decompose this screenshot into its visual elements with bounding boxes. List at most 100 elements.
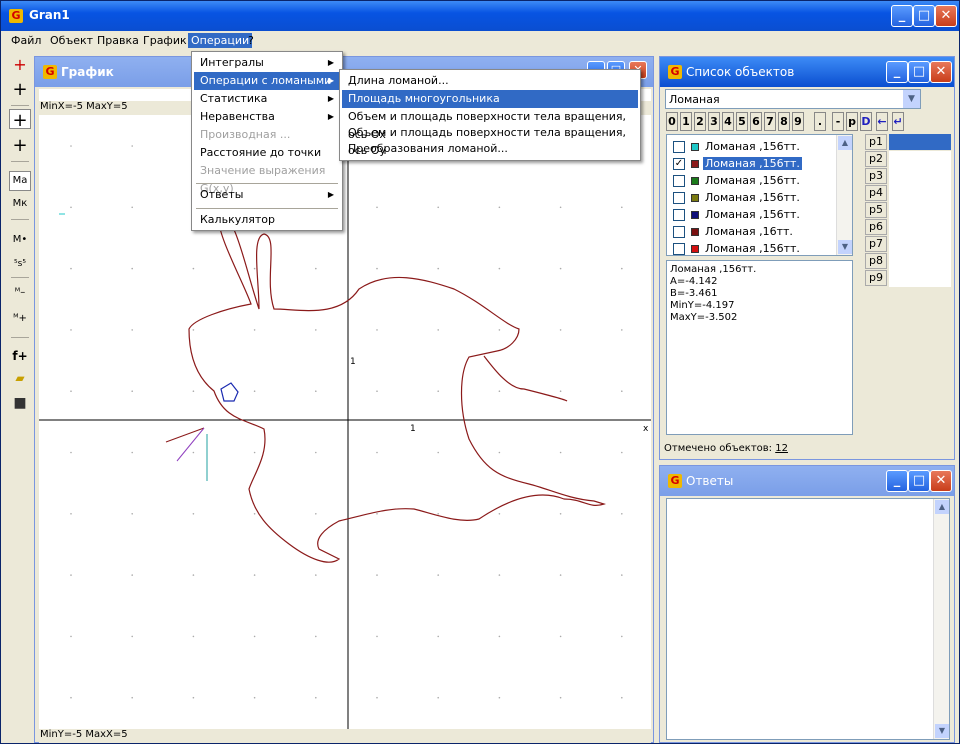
p-button[interactable]: p [846, 112, 858, 131]
param-button[interactable]: p3 [865, 168, 887, 184]
menu-object[interactable]: Объект [50, 34, 93, 47]
open-folder-icon[interactable]: ▰ [9, 371, 31, 391]
menu-help[interactable]: ? [248, 34, 254, 47]
list-item[interactable]: Ломаная ,156тт. [667, 241, 837, 257]
polyline-submenu: Длина ломаной... Площадь многоугольника … [339, 69, 641, 161]
object-checkbox[interactable] [673, 192, 685, 204]
list-item[interactable]: Ломаная ,156тт. [667, 207, 837, 223]
function-add-button[interactable]: f+ [9, 349, 31, 369]
param-button[interactable]: p7 [865, 236, 887, 252]
param-button[interactable]: p5 [865, 202, 887, 218]
param-button[interactable]: p2 [865, 151, 887, 167]
answers-scrollbar[interactable]: ▲ ▼ [933, 499, 949, 739]
maximize-button[interactable]: □ [913, 5, 935, 27]
m-plus-button[interactable]: ᴹ+ [9, 313, 31, 333]
decimal-point-button[interactable]: . [814, 112, 826, 131]
objects-close-button[interactable]: ✕ [930, 61, 952, 83]
digit-button[interactable]: 6 [750, 112, 762, 131]
digit-button[interactable]: 1 [680, 112, 692, 131]
grid-dot [437, 513, 440, 515]
point-tool-button[interactable]: + [9, 109, 31, 131]
list-item[interactable]: Ломаная ,156тт. [667, 139, 837, 155]
backspace-arrow-icon[interactable]: ← [876, 112, 888, 131]
m-minus-button[interactable]: ᴹ– [9, 287, 31, 307]
minimize-button[interactable]: _ [891, 5, 913, 27]
ma-button[interactable]: Ma [9, 171, 31, 191]
param-button[interactable]: p6 [865, 219, 887, 235]
objects-minimize-button[interactable]: _ [886, 61, 908, 83]
menu-item-inequalities[interactable]: Неравенства ▶ [194, 108, 340, 126]
m-dot-button[interactable]: M• [9, 231, 31, 251]
digit-button[interactable]: 5 [736, 112, 748, 131]
grid-dot [131, 206, 133, 209]
submenu-item-transform[interactable]: Преобразования ломаной... [342, 140, 638, 158]
object-checkbox[interactable] [673, 226, 685, 238]
grid-dot [376, 390, 378, 393]
menu-bar: Файл Объект Правка График Операции ? [1, 31, 959, 51]
param-button[interactable]: p8 [865, 253, 887, 269]
menu-graph[interactable]: График [143, 34, 187, 47]
object-checkbox[interactable] [673, 243, 685, 255]
axes-tool-button[interactable]: + [9, 55, 31, 75]
scroll-down-icon[interactable]: ▼ [935, 724, 949, 738]
menu-file[interactable]: Файл [11, 34, 41, 47]
scroll-up-icon[interactable]: ▲ [838, 136, 852, 150]
object-type-select[interactable]: Ломаная ▼ [665, 89, 921, 109]
digit-button[interactable]: 4 [722, 112, 734, 131]
scroll-down-icon[interactable]: ▼ [838, 240, 852, 254]
points-button[interactable]: ⁵s⁵ [9, 255, 31, 275]
object-checkbox[interactable]: ✓ [673, 158, 685, 170]
grid-dot [315, 574, 317, 576]
answers-maximize-button[interactable]: □ [908, 470, 930, 492]
digit-button[interactable]: 2 [694, 112, 706, 131]
param-button[interactable]: p1 [865, 134, 887, 150]
list-item[interactable]: Ломаная ,156тт. [667, 173, 837, 189]
menu-item-distance[interactable]: Расстояние до точки [194, 144, 340, 162]
list-item[interactable]: Ломаная ,156тт. [667, 190, 837, 206]
digit-button[interactable]: 0 [666, 112, 678, 131]
submenu-item-area[interactable]: Площадь многоугольника [342, 90, 638, 108]
d-button[interactable]: D [860, 112, 872, 131]
mk-button[interactable]: Mк [9, 195, 31, 215]
object-checkbox[interactable] [673, 141, 685, 153]
answers-textarea[interactable]: ▲ ▼ [666, 498, 950, 740]
submenu-item-length[interactable]: Длина ломаной... [342, 72, 638, 90]
close-button[interactable]: ✕ [935, 5, 957, 27]
save-disk-icon[interactable]: ■ [9, 395, 31, 415]
menu-item-calculator[interactable]: Калькулятор [194, 211, 340, 229]
menu-item-answers[interactable]: Ответы ▶ [194, 186, 340, 204]
minus-button[interactable]: - [832, 112, 844, 131]
digit-button[interactable]: 8 [778, 112, 790, 131]
menu-item-polyline-ops[interactable]: Операции с ломаными ▶ [194, 72, 340, 90]
point2-tool-button[interactable]: + [9, 135, 31, 156]
digit-button[interactable]: 3 [708, 112, 720, 131]
object-checkbox[interactable] [673, 175, 685, 187]
answers-minimize-button[interactable]: _ [886, 470, 908, 492]
menu-item-statistics[interactable]: Статистика ▶ [194, 90, 340, 108]
plot-area[interactable]: MinX=-5 MaxY=5 1 1 x MinY=-5 MaxX=5 [39, 89, 651, 743]
object-list-scrollbar[interactable]: ▲ ▼ [836, 135, 852, 255]
digit-button[interactable]: 9 [792, 112, 804, 131]
grid-dot [131, 145, 133, 147]
object-checkbox[interactable] [673, 209, 685, 221]
list-item[interactable]: ✓ Ломаная ,156тт. [667, 156, 837, 172]
scroll-up-icon[interactable]: ▲ [935, 500, 949, 514]
digit-button[interactable]: 7 [764, 112, 776, 131]
grid-dot [621, 696, 623, 699]
answers-close-button[interactable]: ✕ [930, 470, 952, 492]
menu-item-integrals[interactable]: Интегралы ▶ [194, 54, 340, 72]
param-button[interactable]: p9 [865, 270, 887, 286]
crosshair-tool-button[interactable]: + [9, 79, 31, 100]
chevron-down-icon[interactable]: ▼ [903, 90, 920, 108]
object-label: Ломаная ,156тт. [705, 191, 800, 204]
list-item[interactable]: Ломаная ,16тт. [667, 224, 837, 240]
param-button[interactable]: p4 [865, 185, 887, 201]
menu-operations[interactable]: Операции [188, 33, 253, 48]
menu-edit[interactable]: Правка [97, 34, 139, 47]
grid-dot [621, 451, 623, 454]
info-line: Ломаная ,156тт. [670, 264, 757, 275]
objects-maximize-button[interactable]: □ [908, 61, 930, 83]
enter-arrow-icon[interactable]: ↵ [892, 112, 904, 131]
info-line: B=-3.461 [670, 288, 718, 299]
color-swatch [691, 177, 699, 185]
